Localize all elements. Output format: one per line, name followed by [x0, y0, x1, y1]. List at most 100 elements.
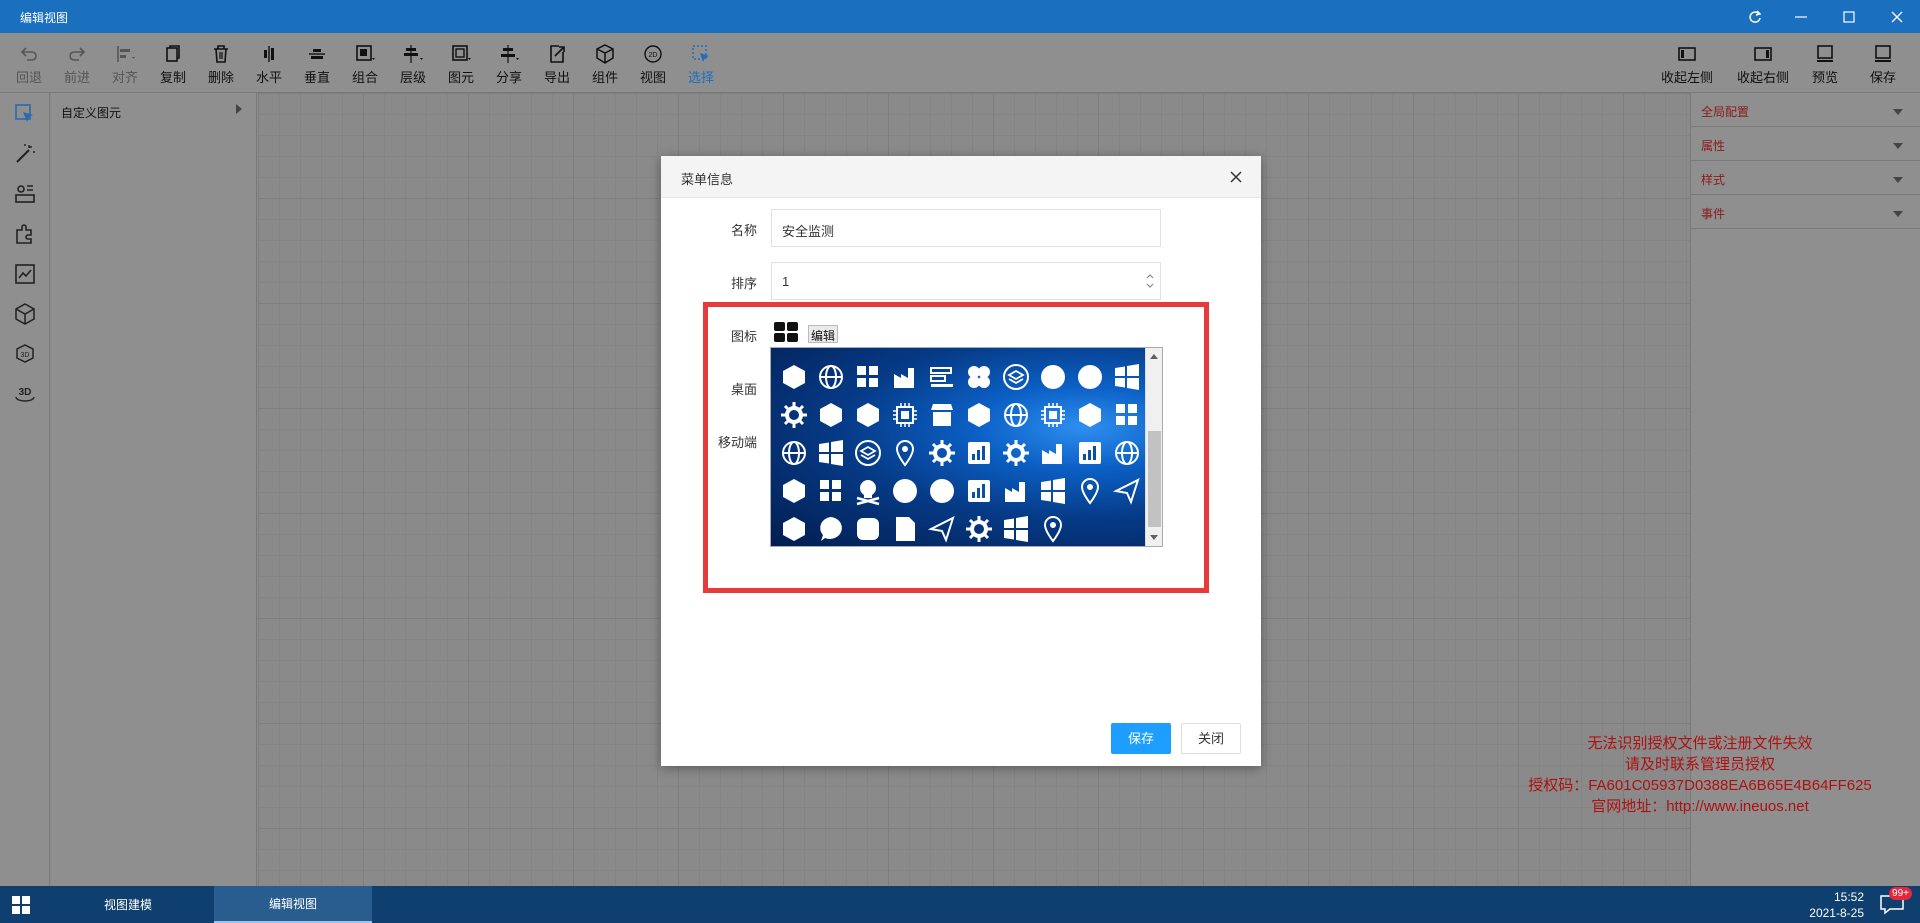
send-icon[interactable]	[923, 510, 960, 546]
store-icon[interactable]	[923, 396, 960, 434]
gear-icon[interactable]	[997, 434, 1034, 472]
tiles-icon[interactable]	[812, 472, 849, 510]
rounded-icon[interactable]	[849, 510, 886, 546]
group-button[interactable]: 组合	[343, 41, 387, 89]
stack-icon[interactable]	[997, 358, 1034, 396]
export-button[interactable]: 导出	[535, 41, 579, 89]
component-button[interactable]: 组件	[583, 41, 627, 89]
tiles-icon[interactable]	[849, 358, 886, 396]
stack-icon[interactable]	[849, 434, 886, 472]
chip-icon[interactable]	[1034, 396, 1071, 434]
dialog-save-button[interactable]: 保存	[1111, 723, 1171, 754]
flower-icon[interactable]	[960, 358, 997, 396]
hexagon-icon[interactable]	[775, 472, 812, 510]
windows-icon[interactable]	[1108, 358, 1145, 396]
rail-chart-icon[interactable]	[13, 262, 37, 286]
rail-3d-rotate-icon[interactable]: 3D	[13, 382, 37, 406]
delete-button[interactable]: 删除	[199, 41, 243, 89]
minimize-button[interactable]	[1778, 0, 1824, 33]
gear-icon[interactable]	[960, 510, 997, 546]
hexagon-icon[interactable]	[812, 396, 849, 434]
share-button[interactable]: 分享	[487, 41, 531, 89]
hexagon-icon[interactable]	[849, 396, 886, 434]
file-icon[interactable]	[886, 510, 923, 546]
globe-icon[interactable]	[775, 434, 812, 472]
hexagon-icon[interactable]	[775, 358, 812, 396]
tiles-icon[interactable]	[1108, 396, 1145, 434]
system-clock[interactable]: 15:52 2021-8-25	[1809, 889, 1864, 921]
order-input[interactable]: 1	[771, 262, 1161, 300]
globe-icon[interactable]	[997, 396, 1034, 434]
chart-icon[interactable]	[1071, 434, 1108, 472]
task-edit-view[interactable]: 编辑视图	[214, 886, 372, 923]
circle-icon[interactable]	[886, 472, 923, 510]
panel-properties[interactable]: 属性	[1691, 127, 1920, 161]
align-button[interactable]: 对齐	[103, 41, 147, 89]
save-toolbar-button[interactable]: 保存	[1861, 41, 1905, 89]
circle-icon[interactable]	[1034, 358, 1071, 396]
expand-arrow-icon[interactable]	[236, 104, 242, 114]
circle-icon[interactable]	[1071, 358, 1108, 396]
edit-icon-button[interactable]: 编辑	[808, 325, 839, 343]
factory-icon[interactable]	[997, 472, 1034, 510]
panel-styles[interactable]: 样式	[1691, 161, 1920, 195]
vertical-button[interactable]: 垂直	[295, 41, 339, 89]
skull-icon[interactable]	[849, 472, 886, 510]
gallery-scrollbar[interactable]	[1145, 348, 1162, 546]
pin-icon[interactable]	[1071, 472, 1108, 510]
rail-select-icon[interactable]	[13, 102, 37, 126]
circle-icon[interactable]	[923, 472, 960, 510]
chart-icon[interactable]	[960, 472, 997, 510]
element-button[interactable]: 图元	[439, 41, 483, 89]
windows-icon[interactable]	[1034, 472, 1071, 510]
gear-icon[interactable]	[775, 396, 812, 434]
globe-icon[interactable]	[1108, 434, 1145, 472]
redo-button[interactable]: 前进	[55, 41, 99, 89]
factory-icon[interactable]	[1034, 434, 1071, 472]
rail-plugin-icon[interactable]	[13, 222, 37, 246]
scroll-thumb[interactable]	[1148, 431, 1161, 527]
hexagon-icon[interactable]	[775, 510, 812, 546]
hexagon-icon[interactable]	[1071, 396, 1108, 434]
pin-icon[interactable]	[886, 434, 923, 472]
view-button[interactable]: 2D 视图	[631, 41, 675, 89]
gear-icon[interactable]	[923, 434, 960, 472]
windows-icon[interactable]	[812, 434, 849, 472]
rail-3d-box-icon[interactable]: 3D	[13, 342, 37, 366]
collapse-right-button[interactable]: 收起右侧	[1731, 41, 1795, 89]
factory-icon[interactable]	[886, 358, 923, 396]
pin-icon[interactable]	[1034, 510, 1071, 546]
panel-global-config[interactable]: 全局配置	[1691, 93, 1920, 127]
hexagon-icon[interactable]	[960, 396, 997, 434]
collapse-left-button[interactable]: 收起左侧	[1655, 41, 1719, 89]
task-view-modeling[interactable]: 视图建模	[66, 886, 190, 923]
maximize-button[interactable]	[1826, 0, 1872, 33]
copy-button[interactable]: 复制	[151, 41, 195, 89]
number-stepper-icon[interactable]	[1144, 271, 1156, 291]
bubble-icon[interactable]	[812, 510, 849, 546]
layer-button[interactable]: 层级	[391, 41, 435, 89]
refresh-button[interactable]	[1732, 0, 1778, 33]
preview-button[interactable]: 预览	[1803, 41, 1847, 89]
close-icon[interactable]	[1227, 168, 1245, 186]
bars-icon[interactable]	[923, 358, 960, 396]
select-button[interactable]: 选择	[679, 41, 723, 89]
name-input[interactable]: 安全监测	[771, 209, 1161, 247]
scroll-up-icon[interactable]	[1150, 354, 1158, 359]
windows-icon[interactable]	[997, 510, 1034, 546]
undo-button[interactable]: 回退	[7, 41, 51, 89]
windows-start-icon[interactable]	[12, 896, 30, 914]
scroll-down-icon[interactable]	[1150, 535, 1158, 540]
rail-shapes-icon[interactable]	[13, 182, 37, 206]
icon-gallery[interactable]	[770, 347, 1163, 547]
panel-events[interactable]: 事件	[1691, 195, 1920, 229]
rail-cube-icon[interactable]	[13, 302, 37, 326]
rail-magic-wand-icon[interactable]	[13, 142, 37, 166]
custom-elements-header[interactable]: 自定义图元	[61, 104, 121, 121]
close-window-button[interactable]	[1874, 0, 1920, 33]
chart-icon[interactable]	[960, 434, 997, 472]
dialog-close-button[interactable]: 关闭	[1181, 723, 1241, 754]
send-icon[interactable]	[1108, 472, 1145, 510]
horizontal-button[interactable]: 水平	[247, 41, 291, 89]
globe-icon[interactable]	[812, 358, 849, 396]
